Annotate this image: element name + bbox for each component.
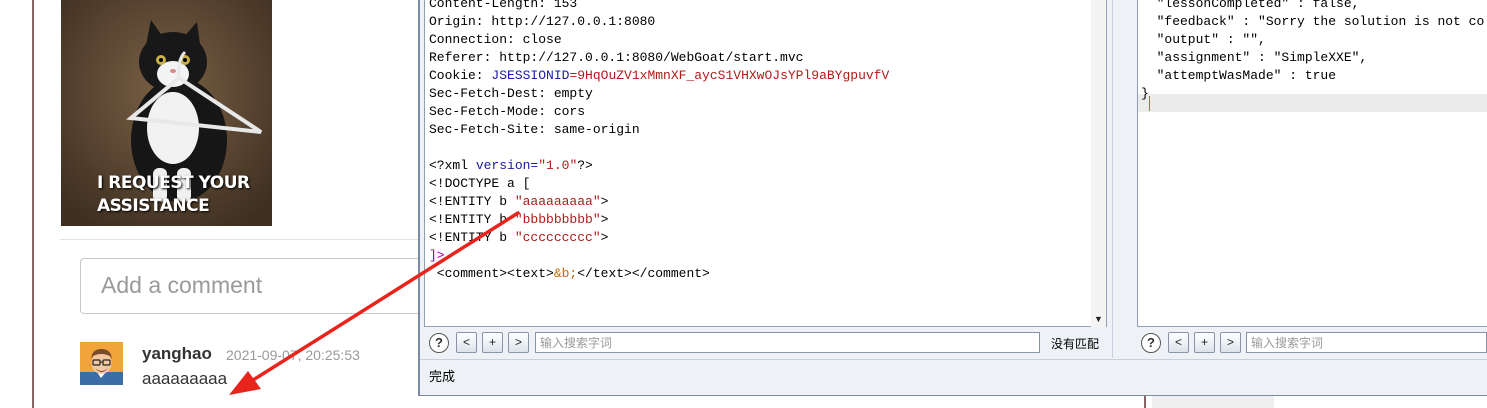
- doctype-close: ]>: [429, 248, 445, 263]
- comment-timestamp: 2021-09-07, 20:25:53: [226, 347, 360, 363]
- request-text: Content-Length: 153 Origin: http://127.0…: [429, 0, 889, 283]
- search-add-button[interactable]: +: [482, 332, 503, 353]
- response-line: "attemptWasMade" : true: [1141, 68, 1337, 83]
- doctype-line: <!DOCTYPE a [: [429, 176, 531, 191]
- body-end: </text></comment>: [577, 266, 710, 281]
- body-entity-ref: &b;: [553, 266, 578, 281]
- search-add-button[interactable]: +: [1194, 332, 1215, 353]
- response-line: }: [1141, 86, 1149, 101]
- no-match-label: 没有匹配: [1051, 337, 1100, 351]
- help-icon[interactable]: ?: [1141, 333, 1161, 353]
- entity-value: "aaaaaaaaa": [514, 194, 601, 209]
- cat-meme-image: I REQUEST YOUR ASSISTANCE: [61, 0, 272, 226]
- header-line: Sec-Fetch-Mode: cors: [429, 104, 586, 119]
- entity-value: "ccccccccc": [514, 230, 601, 245]
- header-line: Origin: http://127.0.0.1:8080: [429, 14, 656, 29]
- sidebar-edge: [1152, 395, 1274, 408]
- caption-line-2: ASSISTANCE: [97, 196, 210, 216]
- search-prev-button[interactable]: <: [456, 332, 477, 353]
- page-left-border: [32, 0, 34, 408]
- caption-line-1: I REQUEST YOUR: [97, 173, 250, 193]
- cookie-value: =9HqOuZV1xMmnXF_aycS1VHXwOJsYPl9aBYgpuvf…: [569, 68, 890, 83]
- response-line: "assignment" : "SimpleXXE",: [1141, 50, 1368, 65]
- pane-divider[interactable]: [1112, 0, 1135, 358]
- entity-prefix: <!ENTITY b: [429, 230, 515, 245]
- entity-prefix: <!ENTITY b: [429, 212, 515, 227]
- response-text: "lessonCompleted" : false, "feedback" : …: [1141, 0, 1484, 103]
- user-avatar: [80, 342, 123, 385]
- xml-decl-value: "1.0": [538, 158, 578, 173]
- add-comment-input[interactable]: Add a comment: [80, 258, 425, 314]
- comment-text: aaaaaaaaa: [142, 369, 228, 388]
- status-bar: [420, 359, 1487, 395]
- xml-decl-end: ?>: [577, 158, 593, 173]
- section-divider: [60, 239, 420, 240]
- status-text: 完成: [429, 369, 456, 384]
- body-start: <comment><text>: [429, 266, 554, 281]
- help-icon[interactable]: ?: [429, 333, 449, 353]
- entity-value: "bbbbbbbbb": [514, 212, 601, 227]
- cookie-name: JSESSIONID: [491, 68, 570, 83]
- header-line: Sec-Fetch-Site: same-origin: [429, 122, 640, 137]
- header-line: Referer: http://127.0.0.1:8080/WebGoat/s…: [429, 50, 804, 65]
- comment-username: yanghao: [142, 344, 212, 363]
- search-prev-button[interactable]: <: [1168, 332, 1189, 353]
- entity-suffix: >: [600, 230, 609, 245]
- header-line: Sec-Fetch-Dest: empty: [429, 86, 593, 101]
- header-line: Content-Length: 153: [429, 0, 578, 11]
- avatar-icon: [80, 342, 123, 385]
- entity-suffix: >: [600, 212, 609, 227]
- response-line: "feedback" : "Sorry the solution is not …: [1141, 14, 1485, 29]
- request-scrollbar[interactable]: ▼: [1091, 0, 1107, 327]
- text-caret: [1149, 96, 1150, 111]
- header-line: Connection: close: [429, 32, 562, 47]
- search-next-button[interactable]: >: [508, 332, 529, 353]
- entity-suffix: >: [600, 194, 609, 209]
- cookie-label: Cookie:: [429, 68, 492, 83]
- response-search-input[interactable]: [1246, 332, 1487, 353]
- image-caption: I REQUEST YOUR ASSISTANCE: [61, 172, 272, 218]
- request-search-input[interactable]: [535, 332, 1040, 353]
- response-line: "output" : "",: [1141, 32, 1266, 47]
- response-line: "lessonCompleted" : false,: [1141, 0, 1360, 11]
- xml-decl-start: <?xml: [429, 158, 476, 173]
- search-next-button[interactable]: >: [1220, 332, 1241, 353]
- xml-decl-attr: version=: [475, 158, 539, 173]
- entity-prefix: <!ENTITY b: [429, 194, 515, 209]
- scroll-down-icon[interactable]: ▼: [1091, 312, 1106, 327]
